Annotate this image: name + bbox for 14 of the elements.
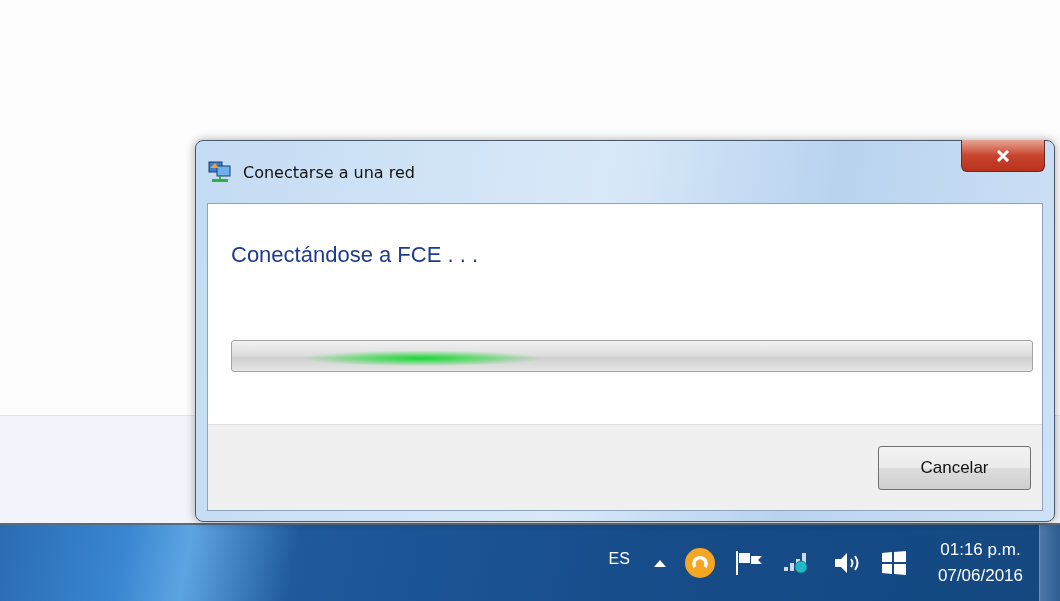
status-heading: Conectándose a FCE . . . (231, 242, 480, 268)
close-icon (996, 149, 1010, 162)
clock[interactable]: 01:16 p.m. 07/06/2016 (937, 537, 1023, 589)
triangle-up-icon[interactable] (653, 559, 666, 567)
close-button[interactable] (961, 140, 1045, 172)
ring-app-icon[interactable] (683, 547, 716, 579)
flag-icon[interactable] (733, 549, 764, 577)
language-indicator[interactable]: ES (608, 550, 630, 568)
cancel-button[interactable]: Cancelar (878, 445, 1031, 490)
network-computer-icon (207, 159, 233, 185)
windows-flag-icon[interactable] (879, 549, 908, 577)
window-title: Conectarse a una red (243, 162, 415, 182)
clock-time: 01:16 p.m. (940, 539, 1021, 561)
clock-date: 07/06/2016 (937, 565, 1023, 587)
